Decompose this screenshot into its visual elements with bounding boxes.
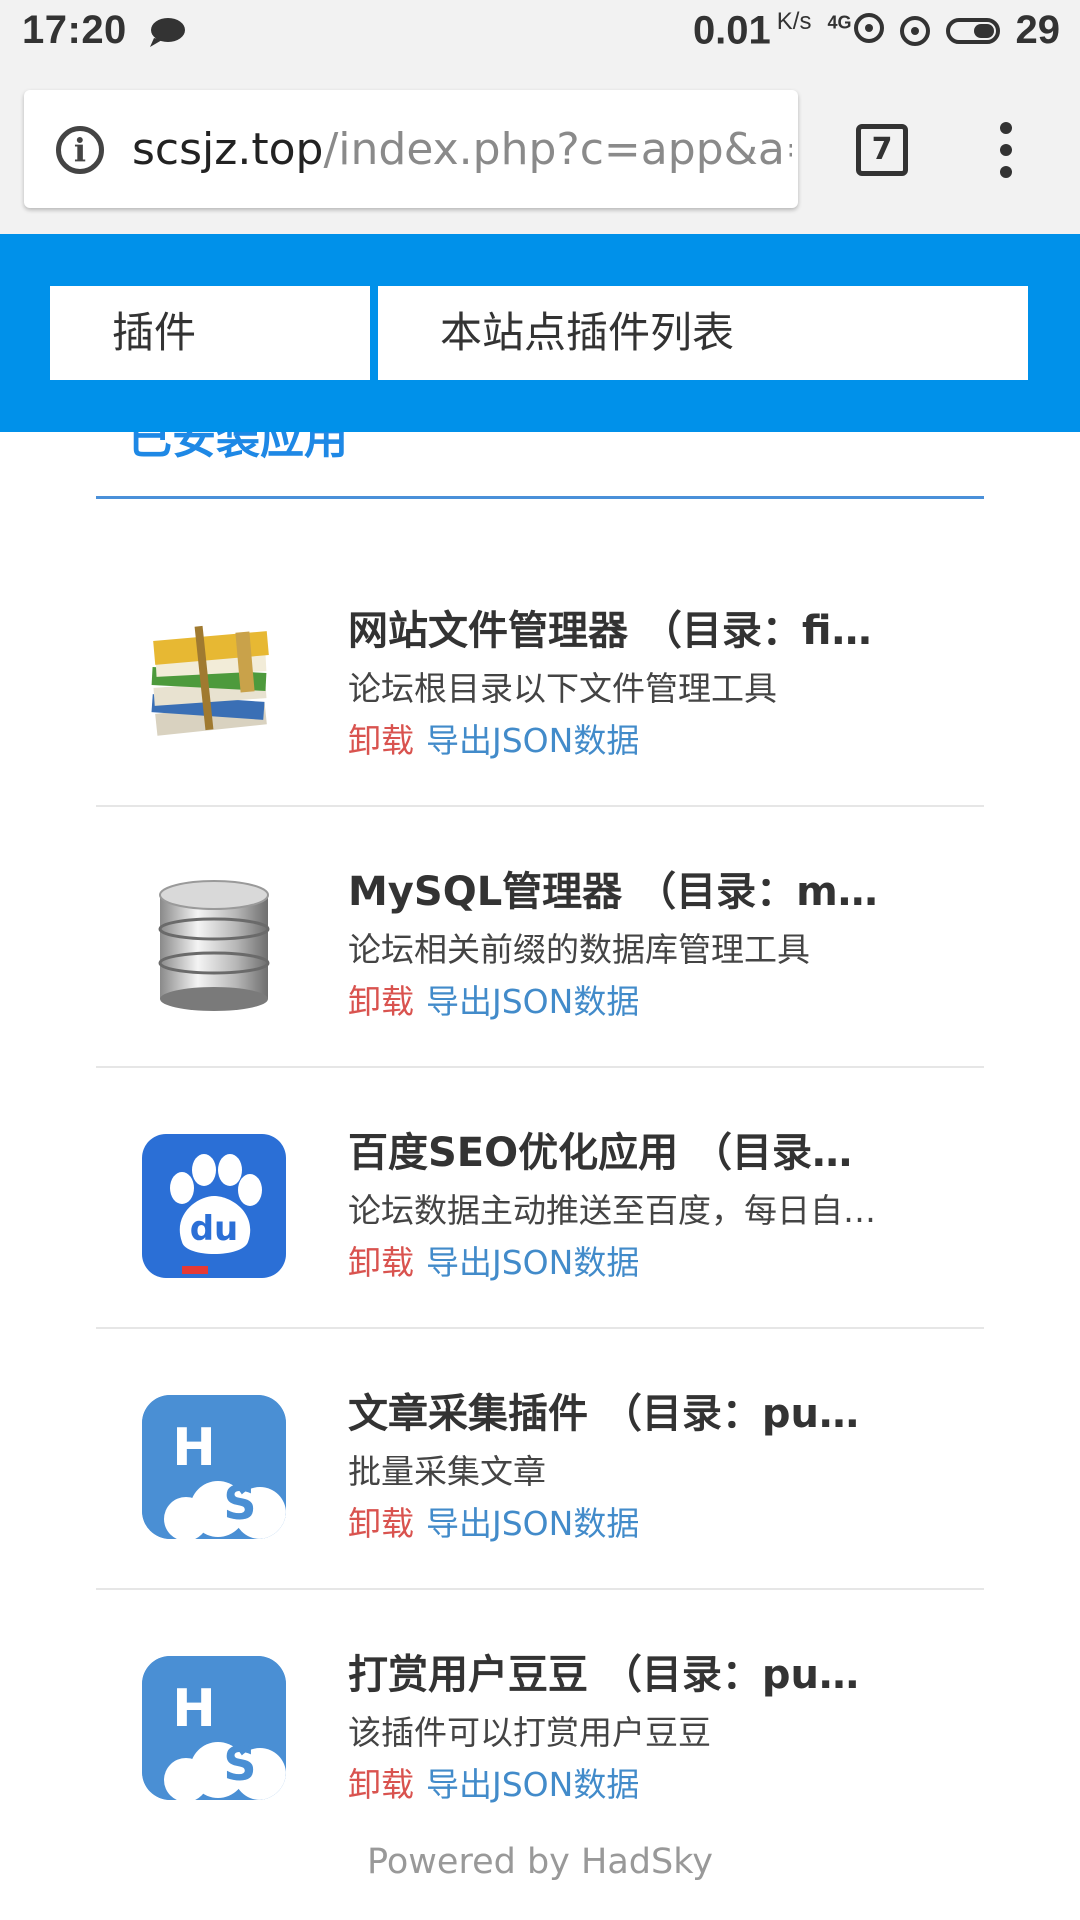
svg-text:du: du <box>190 1209 239 1249</box>
plugin-description: 该插件可以打赏用户豆豆 <box>348 1713 711 1752</box>
plugin-item: H S 打赏用户豆豆 （目录：puyuetian） 该插件可以打赏用户豆豆 卸载… <box>96 1590 984 1851</box>
battery-level: 29 <box>1015 8 1061 53</box>
address-bar[interactable]: i scsjz.top/index.php?c=app&a= <box>24 90 798 208</box>
database-icon <box>158 880 270 1011</box>
hadsky-icon: H S <box>142 1395 286 1539</box>
export-json-link[interactable]: 导出JSON数据 <box>426 1243 639 1282</box>
status-bar: 17:20 0.01 K/s 4G 29 <box>0 0 1080 64</box>
breadcrumb-plugin-list[interactable]: 本站点插件列表 <box>378 286 1028 380</box>
plugin-description: 论坛相关前缀的数据库管理工具 <box>348 930 810 969</box>
plugin-description: 论坛根目录以下文件管理工具 <box>348 669 777 708</box>
tab-switcher-button[interactable]: 7 <box>856 124 908 176</box>
uninstall-link[interactable]: 卸载 <box>348 1504 414 1543</box>
plugin-name: 文章采集插件 （目录：puyuetian） <box>348 1391 882 1437</box>
location-icon <box>899 15 930 46</box>
app-header: 插件 本站点插件列表 <box>0 234 1080 432</box>
uninstall-link[interactable]: 卸载 <box>348 982 414 1021</box>
footer-powered-by[interactable]: Powered by HadSky <box>0 1842 1080 1882</box>
info-icon[interactable]: i <box>56 126 104 174</box>
plugin-name: 网站文件管理器 （目录：filemanager） <box>348 608 882 654</box>
browser-toolbar: i scsjz.top/index.php?c=app&a= 7 <box>0 64 1080 234</box>
plugin-item: 网站文件管理器 （目录：filemanager） 论坛根目录以下文件管理工具 卸… <box>96 546 984 807</box>
plugin-name: 打赏用户豆豆 （目录：puyuetian） <box>348 1652 882 1698</box>
network-speed: 0.01 K/s <box>692 8 812 53</box>
export-json-link[interactable]: 导出JSON数据 <box>426 721 639 760</box>
plugin-description: 批量采集文章 <box>348 1452 546 1491</box>
svg-text:S: S <box>223 1737 256 1791</box>
plugin-description: 论坛数据主动推送至百度，每日自动推送 <box>348 1191 882 1230</box>
file-stack-icon <box>151 625 269 736</box>
plugin-item: H S 文章采集插件 （目录：puyuetian） 批量采集文章 卸载导出JSO… <box>96 1329 984 1590</box>
url-text[interactable]: scsjz.top/index.php?c=app&a= <box>132 120 792 180</box>
plugin-name: 百度SEO优化应用 （目录：baiduseo） <box>348 1130 882 1176</box>
more-menu-icon[interactable] <box>998 122 1014 178</box>
uninstall-link[interactable]: 卸载 <box>348 721 414 760</box>
plugin-item: MySQL管理器 （目录：mysql） 论坛相关前缀的数据库管理工具 卸载导出J… <box>96 807 984 1068</box>
uninstall-link[interactable]: 卸载 <box>348 1765 414 1804</box>
section-divider <box>96 496 984 499</box>
svg-text:H: H <box>172 1679 216 1739</box>
plugin-item: du 百度SEO优化应用 （目录：baiduseo） 论坛数据主动推送至百度，每… <box>96 1068 984 1329</box>
export-json-link[interactable]: 导出JSON数据 <box>426 1765 639 1804</box>
svg-text:H: H <box>172 1418 216 1478</box>
plugin-name: MySQL管理器 （目录：mysql） <box>348 869 882 915</box>
breadcrumb-plugins[interactable]: 插件 <box>50 286 370 380</box>
svg-text:S: S <box>223 1476 256 1530</box>
status-time: 17:20 <box>22 8 127 52</box>
uninstall-link[interactable]: 卸载 <box>348 1243 414 1282</box>
battery-icon <box>945 17 1000 44</box>
baidu-icon: du <box>142 1134 286 1278</box>
signal-4g-icon: 4G <box>827 8 884 53</box>
export-json-link[interactable]: 导出JSON数据 <box>426 1504 639 1543</box>
hadsky-icon: H S <box>142 1656 286 1800</box>
export-json-link[interactable]: 导出JSON数据 <box>426 982 639 1021</box>
chat-notification-icon <box>150 18 185 47</box>
